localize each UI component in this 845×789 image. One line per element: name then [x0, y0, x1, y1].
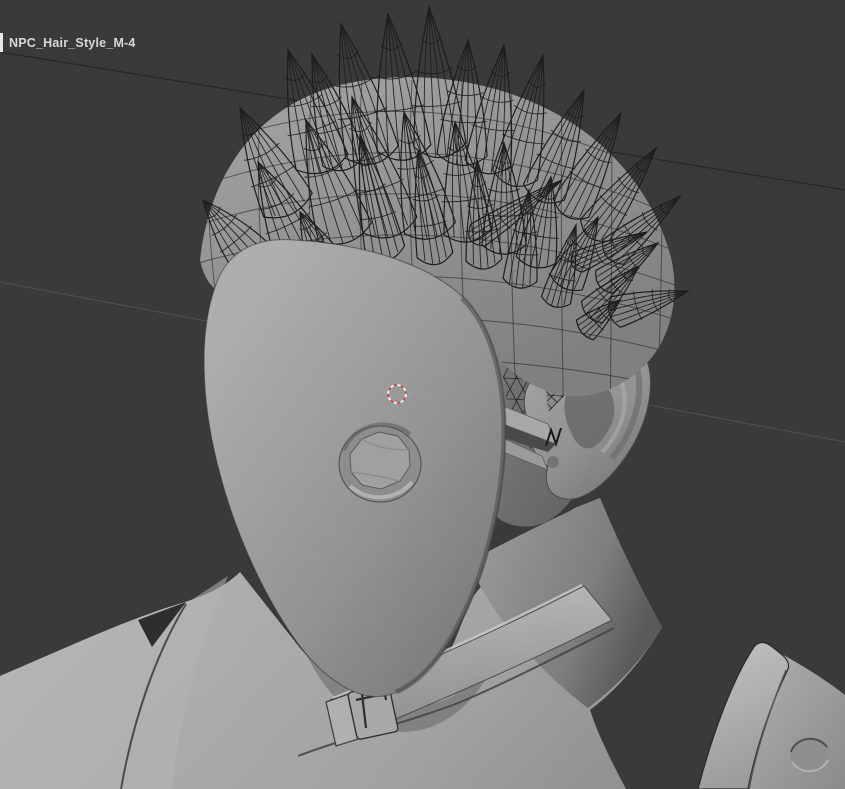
- viewport-3d[interactable]: [0, 0, 845, 789]
- cheek-plug[interactable]: [338, 422, 422, 503]
- object-name-label: NPC_Hair_Style_M-4: [9, 36, 136, 50]
- blender-window: NPC_Hair_Style_M-4: [0, 0, 845, 789]
- ear-tragus: [547, 456, 559, 468]
- label-marker: [0, 33, 3, 52]
- shoulder-hole: [790, 737, 830, 773]
